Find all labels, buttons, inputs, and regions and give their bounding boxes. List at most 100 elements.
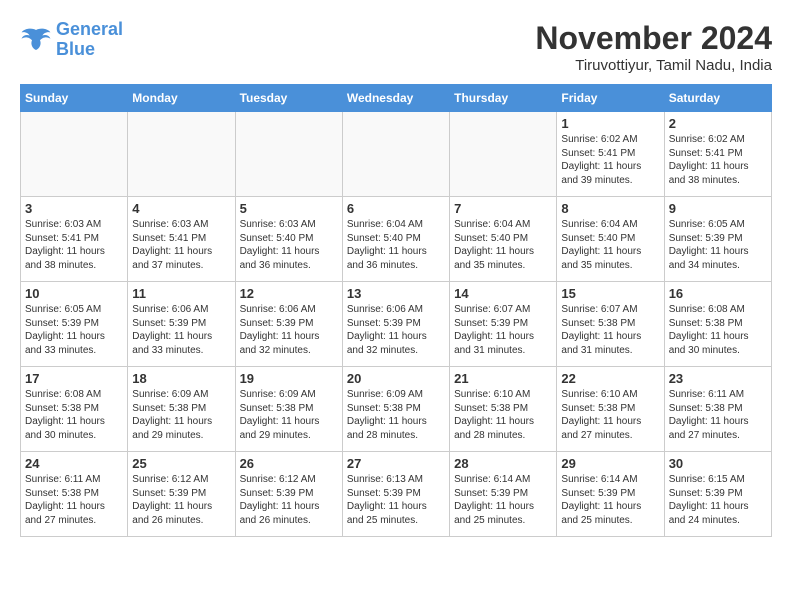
- calendar-cell: [342, 112, 449, 197]
- day-info: Sunrise: 6:03 AM Sunset: 5:41 PM Dayligh…: [132, 218, 230, 272]
- day-number: 4: [132, 201, 230, 216]
- weekday-header-saturday: Saturday: [664, 85, 771, 112]
- weekday-header-row: SundayMondayTuesdayWednesdayThursdayFrid…: [21, 85, 772, 112]
- day-number: 2: [669, 116, 767, 131]
- day-number: 15: [561, 286, 659, 301]
- day-info: Sunrise: 6:02 AM Sunset: 5:41 PM Dayligh…: [669, 133, 767, 187]
- calendar-cell: 16 Sunrise: 6:08 AM Sunset: 5:38 PM Dayli…: [664, 282, 771, 367]
- day-info: Sunrise: 6:11 AM Sunset: 5:38 PM Dayligh…: [25, 473, 123, 527]
- weekday-header-tuesday: Tuesday: [235, 85, 342, 112]
- day-info: Sunrise: 6:09 AM Sunset: 5:38 PM Dayligh…: [132, 388, 230, 442]
- calendar-cell: 26 Sunrise: 6:12 AM Sunset: 5:39 PM Dayli…: [235, 452, 342, 537]
- day-info: Sunrise: 6:02 AM Sunset: 5:41 PM Dayligh…: [561, 133, 659, 187]
- day-number: 20: [347, 371, 445, 386]
- calendar-cell: 22Sunrise: 6:10 AM Sunset: 5:38 PM Dayli…: [557, 367, 664, 452]
- day-info: Sunrise: 6:10 AM Sunset: 5:38 PM Dayligh…: [454, 388, 552, 442]
- day-number: 12: [240, 286, 338, 301]
- day-info: Sunrise: 6:05 AM Sunset: 5:39 PM Dayligh…: [669, 218, 767, 272]
- day-number: 23: [669, 371, 767, 386]
- calendar-cell: 19 Sunrise: 6:09 AM Sunset: 5:38 PM Dayli…: [235, 367, 342, 452]
- calendar-cell: 3 Sunrise: 6:03 AM Sunset: 5:41 PM Daylig…: [21, 197, 128, 282]
- calendar-cell: 7 Sunrise: 6:04 AM Sunset: 5:40 PM Daylig…: [450, 197, 557, 282]
- calendar-cell: 8 Sunrise: 6:04 AM Sunset: 5:40 PM Daylig…: [557, 197, 664, 282]
- day-number: 10: [25, 286, 123, 301]
- calendar-cell: [128, 112, 235, 197]
- day-info: Sunrise: 6:04 AM Sunset: 5:40 PM Dayligh…: [347, 218, 445, 272]
- calendar-cell: 28 Sunrise: 6:14 AM Sunset: 5:39 PM Dayli…: [450, 452, 557, 537]
- calendar-cell: 6 Sunrise: 6:04 AM Sunset: 5:40 PM Daylig…: [342, 197, 449, 282]
- week-row-4: 17 Sunrise: 6:08 AM Sunset: 5:38 PM Dayli…: [21, 367, 772, 452]
- day-info: Sunrise: 6:11 AM Sunset: 5:38 PM Dayligh…: [669, 388, 767, 442]
- location-subtitle: Tiruvottiyur, Tamil Nadu, India: [535, 57, 772, 74]
- weekday-header-thursday: Thursday: [450, 85, 557, 112]
- day-number: 8: [561, 201, 659, 216]
- calendar-cell: 30Sunrise: 6:15 AM Sunset: 5:39 PM Dayli…: [664, 452, 771, 537]
- day-number: 26: [240, 456, 338, 471]
- calendar-cell: [450, 112, 557, 197]
- day-info: Sunrise: 6:09 AM Sunset: 5:38 PM Dayligh…: [347, 388, 445, 442]
- day-number: 11: [132, 286, 230, 301]
- day-info: Sunrise: 6:06 AM Sunset: 5:39 PM Dayligh…: [132, 303, 230, 357]
- day-number: 29: [561, 456, 659, 471]
- day-number: 19: [240, 371, 338, 386]
- calendar-cell: 25 Sunrise: 6:12 AM Sunset: 5:39 PM Dayli…: [128, 452, 235, 537]
- day-info: Sunrise: 6:05 AM Sunset: 5:39 PM Dayligh…: [25, 303, 123, 357]
- day-info: Sunrise: 6:13 AM Sunset: 5:39 PM Dayligh…: [347, 473, 445, 527]
- weekday-header-monday: Monday: [128, 85, 235, 112]
- day-info: Sunrise: 6:12 AM Sunset: 5:39 PM Dayligh…: [132, 473, 230, 527]
- calendar-cell: 21 Sunrise: 6:10 AM Sunset: 5:38 PM Dayli…: [450, 367, 557, 452]
- weekday-header-sunday: Sunday: [21, 85, 128, 112]
- calendar-cell: 10 Sunrise: 6:05 AM Sunset: 5:39 PM Dayli…: [21, 282, 128, 367]
- day-number: 25: [132, 456, 230, 471]
- day-info: Sunrise: 6:03 AM Sunset: 5:41 PM Dayligh…: [25, 218, 123, 272]
- weekday-header-friday: Friday: [557, 85, 664, 112]
- calendar-cell: 23 Sunrise: 6:11 AM Sunset: 5:38 PM Dayli…: [664, 367, 771, 452]
- day-info: Sunrise: 6:09 AM Sunset: 5:38 PM Dayligh…: [240, 388, 338, 442]
- calendar-cell: 11 Sunrise: 6:06 AM Sunset: 5:39 PM Dayli…: [128, 282, 235, 367]
- week-row-2: 3 Sunrise: 6:03 AM Sunset: 5:41 PM Daylig…: [21, 197, 772, 282]
- day-info: Sunrise: 6:15 AM Sunset: 5:39 PM Dayligh…: [669, 473, 767, 527]
- calendar-cell: 29 Sunrise: 6:14 AM Sunset: 5:39 PM Dayli…: [557, 452, 664, 537]
- day-number: 5: [240, 201, 338, 216]
- title-block: November 2024 Tiruvottiyur, Tamil Nadu, …: [535, 20, 772, 74]
- page-header: General Blue November 2024 Tiruvottiyur,…: [20, 20, 772, 74]
- day-number: 6: [347, 201, 445, 216]
- day-info: Sunrise: 6:08 AM Sunset: 5:38 PM Dayligh…: [25, 388, 123, 442]
- week-row-3: 10 Sunrise: 6:05 AM Sunset: 5:39 PM Dayli…: [21, 282, 772, 367]
- day-info: Sunrise: 6:04 AM Sunset: 5:40 PM Dayligh…: [454, 218, 552, 272]
- logo-bird-icon: [20, 26, 52, 54]
- month-title: November 2024: [535, 20, 772, 57]
- calendar-cell: 27Sunrise: 6:13 AM Sunset: 5:39 PM Dayli…: [342, 452, 449, 537]
- day-number: 17: [25, 371, 123, 386]
- day-info: Sunrise: 6:07 AM Sunset: 5:38 PM Dayligh…: [561, 303, 659, 357]
- day-number: 21: [454, 371, 552, 386]
- day-info: Sunrise: 6:14 AM Sunset: 5:39 PM Dayligh…: [561, 473, 659, 527]
- day-number: 7: [454, 201, 552, 216]
- week-row-5: 24 Sunrise: 6:11 AM Sunset: 5:38 PM Dayli…: [21, 452, 772, 537]
- calendar-cell: 24 Sunrise: 6:11 AM Sunset: 5:38 PM Dayli…: [21, 452, 128, 537]
- day-info: Sunrise: 6:14 AM Sunset: 5:39 PM Dayligh…: [454, 473, 552, 527]
- day-info: Sunrise: 6:07 AM Sunset: 5:39 PM Dayligh…: [454, 303, 552, 357]
- calendar-cell: 15 Sunrise: 6:07 AM Sunset: 5:38 PM Dayli…: [557, 282, 664, 367]
- day-number: 16: [669, 286, 767, 301]
- calendar-cell: 13Sunrise: 6:06 AM Sunset: 5:39 PM Dayli…: [342, 282, 449, 367]
- day-info: Sunrise: 6:12 AM Sunset: 5:39 PM Dayligh…: [240, 473, 338, 527]
- calendar-cell: [21, 112, 128, 197]
- day-number: 14: [454, 286, 552, 301]
- calendar-cell: 12 Sunrise: 6:06 AM Sunset: 5:39 PM Dayli…: [235, 282, 342, 367]
- calendar-cell: 5Sunrise: 6:03 AM Sunset: 5:40 PM Daylig…: [235, 197, 342, 282]
- logo-line1: General: [56, 19, 123, 39]
- day-number: 24: [25, 456, 123, 471]
- day-info: Sunrise: 6:08 AM Sunset: 5:38 PM Dayligh…: [669, 303, 767, 357]
- calendar-cell: 4 Sunrise: 6:03 AM Sunset: 5:41 PM Daylig…: [128, 197, 235, 282]
- day-number: 1: [561, 116, 659, 131]
- day-number: 3: [25, 201, 123, 216]
- day-info: Sunrise: 6:06 AM Sunset: 5:39 PM Dayligh…: [240, 303, 338, 357]
- week-row-1: 1 Sunrise: 6:02 AM Sunset: 5:41 PM Daylig…: [21, 112, 772, 197]
- day-info: Sunrise: 6:04 AM Sunset: 5:40 PM Dayligh…: [561, 218, 659, 272]
- calendar-cell: 2 Sunrise: 6:02 AM Sunset: 5:41 PM Daylig…: [664, 112, 771, 197]
- logo-line2: Blue: [56, 39, 95, 59]
- day-number: 13: [347, 286, 445, 301]
- day-number: 22: [561, 371, 659, 386]
- day-number: 28: [454, 456, 552, 471]
